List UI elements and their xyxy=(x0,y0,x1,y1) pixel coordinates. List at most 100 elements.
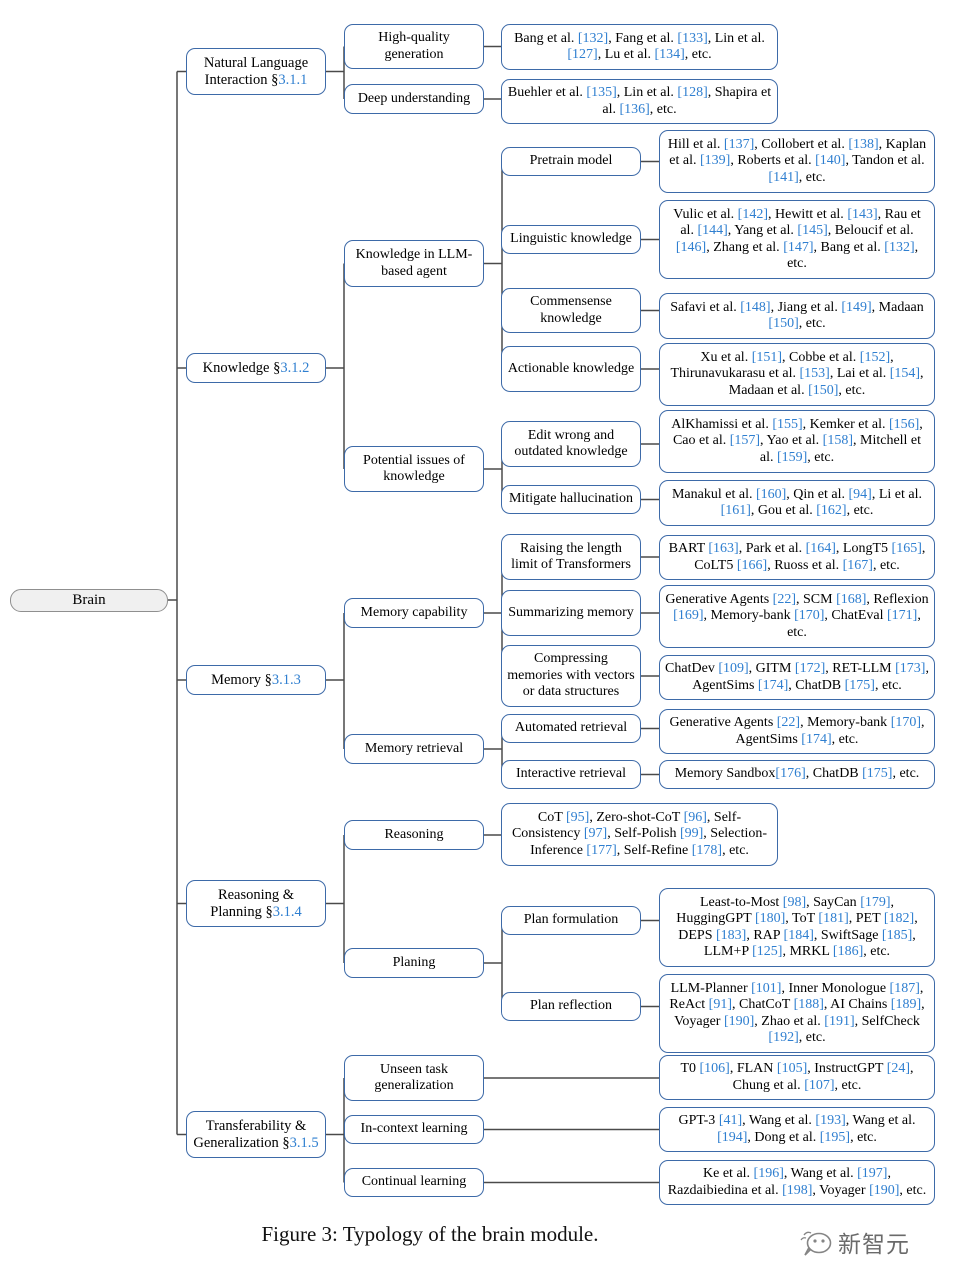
node-compressing-memories-with-vectors-or-data-structures[interactable]: Compressing memories with vectors or dat… xyxy=(501,645,641,707)
node-planing[interactable]: Planing xyxy=(344,948,484,978)
leaf-node-actionable-knowledge-refs[interactable]: Xu et al. [151], Cobbe et al. [152], Thi… xyxy=(659,343,935,406)
node-label-reasoning: Reasoning xyxy=(384,826,444,842)
leaf-label-plan-reflection-refs: LLM-Planner [101], Inner Monologue [187]… xyxy=(669,980,925,1045)
node-label-deep-understanding: Deep understanding xyxy=(357,90,471,106)
node-raising-the-length-limit-of-transformers[interactable]: Raising the length limit of Transformers xyxy=(501,534,641,580)
leaf-label-linguistic-knowledge-refs: Vulic et al. [142], Hewitt et al. [143],… xyxy=(673,206,921,271)
node-knowledge-in-llm-based-agent[interactable]: Knowledge in LLM-based agent xyxy=(344,240,484,287)
leaf-node-summarizing-memory-refs[interactable]: Generative Agents [22], SCM [168], Refle… xyxy=(659,585,935,648)
node-label-plan-reflection: Plan reflection xyxy=(529,998,613,1014)
node-deep-understanding[interactable]: Deep understanding xyxy=(344,84,484,114)
node-reasoning[interactable]: Reasoning xyxy=(344,820,484,850)
leaf-node-continual-learning-refs[interactable]: Ke et al. [196], Wang et al. [197], Razd… xyxy=(659,1160,935,1205)
node-label-plan-formulation: Plan formulation xyxy=(523,912,619,928)
node-knowledge[interactable]: Knowledge §3.1.2 xyxy=(186,353,326,383)
leaf-node-deep-understanding-refs[interactable]: Buehler et al. [135], Lin et al. [128], … xyxy=(501,79,778,124)
node-natural-language-interaction[interactable]: Natural Language Interaction §3.1.1 xyxy=(186,48,326,95)
leaf-node-plan-formulation-refs[interactable]: Least-to-Most [98], SayCan [179], Huggin… xyxy=(659,888,935,967)
leaf-node-plan-reflection-refs[interactable]: LLM-Planner [101], Inner Monologue [187]… xyxy=(659,974,935,1053)
node-label-edit-wrong-and-outdated-knowledge: Edit wrong and outdated knowledge xyxy=(514,427,628,459)
watermark-text: 新智元 xyxy=(838,1232,910,1258)
node-label-transferability-and-generalization: Transferability & Generalization §3.1.5 xyxy=(193,1117,319,1151)
node-label-knowledge: Knowledge §3.1.2 xyxy=(202,359,310,376)
node-label-raising-the-length-limit-of-transformers: Raising the length limit of Transformers xyxy=(511,540,631,572)
leaf-label-reasoning-refs: CoT [95], Zero-shot-CoT [96], Self-Consi… xyxy=(511,809,768,858)
leaf-label-commensense-knowledge-refs: Safavi et al. [148], Jiang et al. [149],… xyxy=(670,299,924,331)
node-transferability-and-generalization[interactable]: Transferability & Generalization §3.1.5 xyxy=(186,1111,326,1158)
node-label-planing: Planing xyxy=(392,954,436,970)
node-plan-reflection[interactable]: Plan reflection xyxy=(501,992,641,1021)
leaf-node-unseen-task-generalization-refs[interactable]: T0 [106], FLAN [105], InstructGPT [24], … xyxy=(659,1055,935,1100)
node-unseen-task-generalization[interactable]: Unseen task generalization xyxy=(344,1055,484,1101)
node-label-memory: Memory §3.1.3 xyxy=(211,671,301,688)
node-automated-retrieval[interactable]: Automated retrieval xyxy=(501,714,641,743)
leaf-node-edit-wrong-and-outdated-knowledge-refs[interactable]: AlKhamissi et al. [155], Kemker et al. [… xyxy=(659,410,935,473)
node-potential-issues-of-knowledge[interactable]: Potential issues of knowledge xyxy=(344,446,484,492)
node-commensense-knowledge[interactable]: Commensense knowledge xyxy=(501,288,641,333)
leaf-label-actionable-knowledge-refs: Xu et al. [151], Cobbe et al. [152], Thi… xyxy=(670,349,924,398)
leaf-node-raising-the-length-limit-of-transformers-refs[interactable]: BART [163], Park et al. [164], LongT5 [1… xyxy=(659,535,935,580)
node-label-memory-capability: Memory capability xyxy=(360,604,468,620)
leaf-label-in-context-learning-refs: GPT-3 [41], Wang et al. [193], Wang et a… xyxy=(678,1113,916,1145)
node-label-potential-issues-of-knowledge: Potential issues of knowledge xyxy=(363,452,465,484)
leaf-label-pretrain-model-refs: Hill et al. [137], Collobert et al. [138… xyxy=(667,136,927,185)
node-summarizing-memory[interactable]: Summarizing memory xyxy=(501,590,641,636)
node-label-reasoning-and-planning: Reasoning & Planning §3.1.4 xyxy=(210,886,302,920)
leaf-label-continual-learning-refs: Ke et al. [196], Wang et al. [197], Razd… xyxy=(667,1166,927,1198)
leaf-label-high-quality-generation-refs: Bang et al. [132], Fang et al. [133], Li… xyxy=(514,30,765,62)
node-label-high-quality-generation: High-quality generation xyxy=(378,30,450,62)
node-label-continual-learning: Continual learning xyxy=(361,1174,467,1190)
node-label-linguistic-knowledge: Linguistic knowledge xyxy=(510,231,632,247)
node-label-automated-retrieval: Automated retrieval xyxy=(514,720,628,736)
node-interactive-retrieval[interactable]: Interactive retrieval xyxy=(501,760,641,789)
leaf-label-plan-formulation-refs: Least-to-Most [98], SayCan [179], Huggin… xyxy=(676,894,918,959)
node-label-memory-retrieval: Memory retrieval xyxy=(364,740,464,756)
brain-typology-diagram: Brain Natural Language Interaction §3.1.1… xyxy=(0,0,961,1278)
leaf-label-unseen-task-generalization-refs: T0 [106], FLAN [105], InstructGPT [24], … xyxy=(680,1061,914,1093)
node-brain[interactable]: Brain xyxy=(10,589,168,612)
leaf-node-automated-retrieval-refs[interactable]: Generative Agents [22], Memory-bank [170… xyxy=(659,709,935,754)
leaf-label-raising-the-length-limit-of-transformers-refs: BART [163], Park et al. [164], LongT5 [1… xyxy=(668,541,926,573)
node-label-unseen-task-generalization: Unseen task generalization xyxy=(374,1061,454,1093)
node-label-interactive-retrieval: Interactive retrieval xyxy=(516,766,626,782)
leaf-label-compressing-memories-with-vectors-or-data-structures-refs: ChatDev [109], GITM [172], RET-LLM [173]… xyxy=(665,661,929,693)
leaf-label-mitigate-hallucination-refs: Manakul et al. [160], Qin et al. [94], L… xyxy=(671,486,922,518)
node-memory-retrieval[interactable]: Memory retrieval xyxy=(344,734,484,764)
node-label-natural-language-interaction: Natural Language Interaction §3.1.1 xyxy=(203,54,309,88)
leaf-label-summarizing-memory-refs: Generative Agents [22], SCM [168], Refle… xyxy=(665,591,929,640)
leaf-label-automated-retrieval-refs: Generative Agents [22], Memory-bank [170… xyxy=(669,715,925,747)
node-label-summarizing-memory: Summarizing memory xyxy=(508,604,634,620)
speech-bubble-icon xyxy=(800,1231,832,1256)
leaf-node-in-context-learning-refs[interactable]: GPT-3 [41], Wang et al. [193], Wang et a… xyxy=(659,1107,935,1152)
node-mitigate-hallucination[interactable]: Mitigate hallucination xyxy=(501,485,641,514)
node-linguistic-knowledge[interactable]: Linguistic knowledge xyxy=(501,225,641,254)
node-memory[interactable]: Memory §3.1.3 xyxy=(186,665,326,695)
node-label-compressing-memories-with-vectors-or-data-structures: Compressing memories with vectors or dat… xyxy=(507,651,635,700)
leaf-label-edit-wrong-and-outdated-knowledge-refs: AlKhamissi et al. [155], Kemker et al. [… xyxy=(671,416,923,465)
node-actionable-knowledge[interactable]: Actionable knowledge xyxy=(501,346,641,392)
leaf-node-reasoning-refs[interactable]: CoT [95], Zero-shot-CoT [96], Self-Consi… xyxy=(501,803,778,866)
node-label-commensense-knowledge: Commensense knowledge xyxy=(530,294,612,326)
leaf-node-pretrain-model-refs[interactable]: Hill et al. [137], Collobert et al. [138… xyxy=(659,130,935,193)
node-label-knowledge-in-llm-based-agent: Knowledge in LLM-based agent xyxy=(355,247,473,279)
leaf-label-interactive-retrieval-refs: Memory Sandbox[176], ChatDB [175], etc. xyxy=(674,766,920,782)
node-plan-formulation[interactable]: Plan formulation xyxy=(501,906,641,935)
node-pretrain-model[interactable]: Pretrain model xyxy=(501,147,641,176)
leaf-label-deep-understanding-refs: Buehler et al. [135], Lin et al. [128], … xyxy=(507,85,772,117)
node-label-actionable-knowledge: Actionable knowledge xyxy=(507,360,635,376)
node-edit-wrong-and-outdated-knowledge[interactable]: Edit wrong and outdated knowledge xyxy=(501,421,641,467)
leaf-node-compressing-memories-with-vectors-or-data-structures-refs[interactable]: ChatDev [109], GITM [172], RET-LLM [173]… xyxy=(659,655,935,700)
leaf-node-interactive-retrieval-refs[interactable]: Memory Sandbox[176], ChatDB [175], etc. xyxy=(659,760,935,789)
leaf-node-mitigate-hallucination-refs[interactable]: Manakul et al. [160], Qin et al. [94], L… xyxy=(659,480,935,526)
leaf-node-high-quality-generation-refs[interactable]: Bang et al. [132], Fang et al. [133], Li… xyxy=(501,24,778,70)
leaf-node-linguistic-knowledge-refs[interactable]: Vulic et al. [142], Hewitt et al. [143],… xyxy=(659,200,935,279)
node-continual-learning[interactable]: Continual learning xyxy=(344,1168,484,1197)
figure-caption: Figure 3: Typology of the brain module. xyxy=(261,1222,599,1246)
node-in-context-learning[interactable]: In-context learning xyxy=(344,1115,484,1144)
node-memory-capability[interactable]: Memory capability xyxy=(344,598,484,628)
node-reasoning-and-planning[interactable]: Reasoning & Planning §3.1.4 xyxy=(186,880,326,927)
watermark: 新智元 xyxy=(800,1222,950,1262)
leaf-node-commensense-knowledge-refs[interactable]: Safavi et al. [148], Jiang et al. [149],… xyxy=(659,293,935,339)
node-label-in-context-learning: In-context learning xyxy=(360,1121,468,1137)
node-high-quality-generation[interactable]: High-quality generation xyxy=(344,24,484,69)
